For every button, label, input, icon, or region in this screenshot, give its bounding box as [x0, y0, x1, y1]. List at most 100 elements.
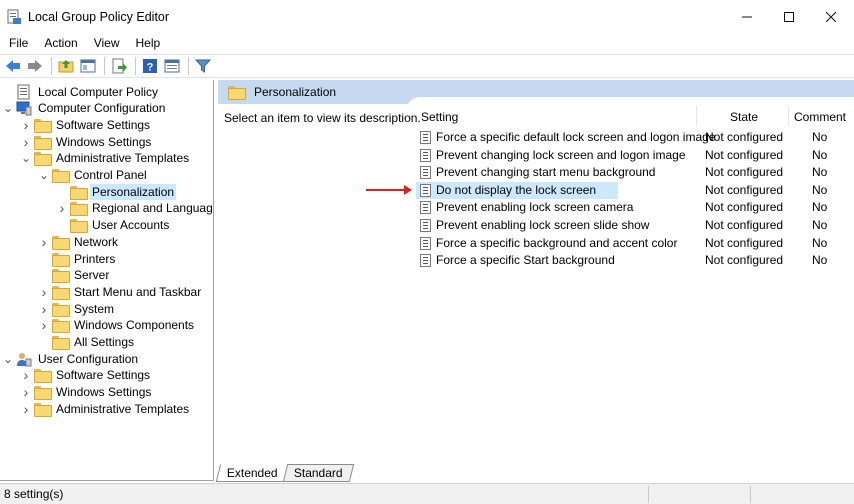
- column-divider[interactable]: [696, 106, 697, 126]
- setting-row[interactable]: Prevent changing start menu background No…: [416, 164, 854, 181]
- properties-button[interactable]: [162, 56, 182, 76]
- header-curve: [406, 97, 854, 117]
- chevron-right-icon[interactable]: ›: [56, 200, 68, 217]
- tree-node[interactable]: › Software Settings: [20, 116, 152, 133]
- tree-node-label: Network: [74, 234, 119, 249]
- tree-node[interactable]: Personalization: [56, 183, 177, 200]
- column-divider[interactable]: [788, 106, 789, 126]
- tree-node[interactable]: › Windows Settings: [20, 384, 153, 401]
- tree-node[interactable]: › System: [38, 300, 116, 317]
- setting-row[interactable]: Force a specific default lock screen and…: [416, 129, 854, 146]
- help-button[interactable]: ?: [140, 56, 160, 76]
- chevron-right-icon[interactable]: ›: [38, 300, 50, 317]
- chevron-right-icon[interactable]: ›: [20, 400, 32, 417]
- close-button[interactable]: [808, 0, 854, 33]
- export-list-button[interactable]: [109, 56, 129, 76]
- tree-node[interactable]: All Settings: [38, 334, 136, 351]
- forward-button[interactable]: [25, 56, 45, 76]
- tree-node-label: Local Computer Policy: [38, 84, 159, 99]
- filter-button[interactable]: [193, 56, 213, 76]
- user-icon: [17, 352, 32, 367]
- setting-state: Not configured: [705, 253, 784, 268]
- tab-extended-label: Extended: [226, 466, 278, 480]
- show-hide-tree-button[interactable]: [78, 56, 98, 76]
- console-tree: Local Computer Policy ⌄ Computer Configura…: [0, 80, 214, 481]
- maximize-button[interactable]: [766, 0, 812, 33]
- tree-node[interactable]: › Regional and Language: [56, 200, 214, 217]
- setting-row[interactable]: Force a specific background and accent c…: [416, 235, 854, 252]
- column-header-setting[interactable]: Setting: [421, 108, 458, 126]
- menu-bar: File Action View Help: [0, 33, 854, 53]
- setting-comment: No: [812, 218, 828, 232]
- folder-icon: [52, 302, 70, 317]
- back-button[interactable]: [3, 56, 23, 76]
- setting-comment: No: [812, 182, 828, 197]
- chevron-right-icon[interactable]: ›: [20, 384, 32, 401]
- setting-state: Not configured: [705, 200, 784, 215]
- chevron-right-icon[interactable]: ›: [20, 116, 32, 133]
- setting-name: Prevent enabling lock screen camera: [436, 200, 634, 215]
- setting-row[interactable]: Prevent changing lock screen and logon i…: [416, 147, 854, 164]
- setting-row[interactable]: Force a specific Start background Not con…: [416, 252, 854, 269]
- chevron-down-icon[interactable]: ⌄: [38, 167, 50, 184]
- tab-standard[interactable]: Standard: [282, 464, 354, 482]
- toolbar: ?: [0, 54, 854, 78]
- tree-node[interactable]: ⌄ Control Panel: [38, 167, 149, 184]
- folder-icon: [52, 235, 70, 250]
- svg-text:?: ?: [147, 62, 154, 74]
- setting-comment: No: [812, 165, 828, 180]
- menu-view[interactable]: View: [86, 33, 128, 53]
- chevron-down-icon[interactable]: ⌄: [2, 350, 14, 367]
- chevron-right-icon[interactable]: ›: [38, 283, 50, 300]
- tree-node[interactable]: Local Computer Policy: [2, 83, 160, 100]
- toolbar-separator: [188, 57, 189, 75]
- tree-node[interactable]: › Software Settings: [20, 367, 152, 384]
- tree-node[interactable]: ⌄ Computer Configuration: [2, 100, 167, 117]
- folder-icon: [52, 319, 70, 334]
- tree-node[interactable]: ⌄ User Configuration: [2, 350, 140, 367]
- minimize-button[interactable]: [724, 0, 770, 33]
- computer-icon: [16, 101, 32, 116]
- column-header-state[interactable]: State: [730, 108, 758, 126]
- forward-arrow-icon: [28, 60, 42, 72]
- setting-state: Not configured: [705, 235, 784, 250]
- tree-node[interactable]: › Windows Components: [38, 317, 196, 334]
- console-tree-icon: [80, 59, 96, 73]
- tree-node[interactable]: Printers: [38, 250, 117, 267]
- setting-name: Force a specific Start background: [436, 253, 615, 268]
- menu-help[interactable]: Help: [128, 33, 169, 53]
- folder-icon: [34, 386, 52, 401]
- tree-node[interactable]: › Start Menu and Taskbar: [38, 283, 203, 300]
- tab-extended[interactable]: Extended: [215, 464, 289, 482]
- up-one-level-button[interactable]: [56, 56, 76, 76]
- policy-setting-icon: [420, 148, 431, 162]
- tree-node[interactable]: › Windows Settings: [20, 133, 153, 150]
- window-title: Local Group Policy Editor: [28, 9, 170, 24]
- tree-node[interactable]: Server: [38, 267, 111, 284]
- tree-node[interactable]: › Network: [38, 233, 120, 250]
- chevron-right-icon[interactable]: ›: [20, 367, 32, 384]
- tree-node[interactable]: User Accounts: [56, 217, 171, 234]
- menu-action[interactable]: Action: [36, 33, 85, 53]
- setting-state: Not configured: [705, 130, 784, 144]
- menu-file[interactable]: File: [0, 33, 36, 53]
- setting-row[interactable]: Prevent enabling lock screen slide show N…: [416, 217, 854, 234]
- tree-node-label: Windows Settings: [56, 134, 152, 149]
- status-divider: [750, 486, 751, 503]
- chevron-right-icon[interactable]: ›: [20, 133, 32, 150]
- chevron-right-icon[interactable]: ›: [38, 233, 50, 250]
- tree-node-label: Regional and Language: [92, 201, 214, 216]
- chevron-right-icon[interactable]: ›: [38, 317, 50, 334]
- chevron-down-icon[interactable]: ⌄: [20, 150, 32, 167]
- chevron-down-icon[interactable]: ⌄: [2, 100, 14, 117]
- tab-standard-label: Standard: [293, 466, 343, 480]
- tree-node[interactable]: ⌄ Administrative Templates: [20, 150, 191, 167]
- folder-icon: [34, 369, 52, 384]
- column-header-comment[interactable]: Comment: [794, 108, 846, 126]
- setting-row[interactable]: Do not display the lock screen Not config…: [416, 181, 854, 199]
- filter-icon: [195, 59, 211, 73]
- setting-name: Prevent changing lock screen and logon i…: [436, 147, 686, 162]
- tree-node[interactable]: › Administrative Templates: [20, 400, 191, 417]
- setting-row[interactable]: Prevent enabling lock screen camera Not c…: [416, 199, 854, 216]
